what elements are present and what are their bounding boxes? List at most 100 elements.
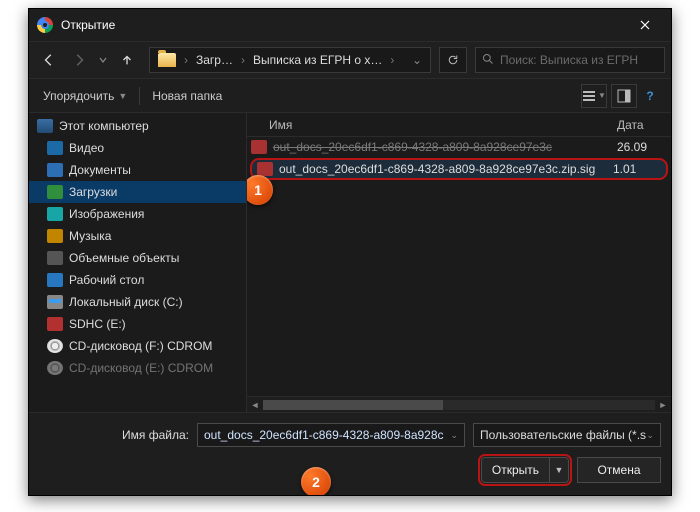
cancel-button[interactable]: Отмена — [577, 457, 661, 483]
search-icon — [482, 53, 494, 68]
annotation-callout-1: 1 — [247, 175, 273, 205]
tree-item-local-disk-c[interactable]: Локальный диск (C:) — [29, 291, 246, 313]
file-list-header[interactable]: Имя Дата — [247, 113, 671, 137]
refresh-button[interactable] — [439, 47, 467, 73]
file-date: 26.09 — [617, 140, 671, 154]
file-row-selected[interactable]: out_docs_20ec6df1-c869-4328-a809-8a928ce… — [251, 159, 667, 179]
cd-drive-icon — [47, 339, 63, 353]
tree-item-cd-drive-e[interactable]: CD-дисковод (E:) CDROM — [29, 357, 246, 379]
toolbar: Упорядочить ▼ Новая папка ▼ ? — [29, 79, 671, 113]
tree-item-label: Рабочий стол — [69, 273, 144, 287]
open-button[interactable]: Открыть ▼ — [481, 457, 569, 483]
crumb-sep-icon: › — [182, 53, 190, 67]
file-list-rows: out_docs_20ec6df1-c869-4328-a809-8a928ce… — [247, 137, 671, 396]
documents-icon — [47, 163, 63, 177]
downloads-icon — [47, 185, 63, 199]
filename-combobox[interactable]: out_docs_20ec6df1-c869-4328-a809-8a928c … — [197, 423, 465, 447]
crumb-sep-icon: › — [239, 53, 247, 67]
window-title: Открытие — [61, 18, 623, 32]
tree-item-3d-objects[interactable]: Объемные объекты — [29, 247, 246, 269]
chevron-down-icon: ▼ — [118, 91, 127, 101]
scroll-right-button[interactable]: ► — [655, 397, 671, 413]
tree-item-documents[interactable]: Документы — [29, 159, 246, 181]
filetype-filter-combobox[interactable]: Пользовательские файлы (*.s ⌄ — [473, 423, 661, 447]
navbar: › Загр… › Выписка из ЕГРН о х… › ⌄ Поиск… — [29, 41, 671, 79]
file-icon — [251, 140, 267, 154]
preview-pane-button[interactable] — [611, 84, 637, 108]
folder-icon — [158, 53, 176, 67]
desktop-icon — [47, 273, 63, 287]
music-icon — [47, 229, 63, 243]
file-open-dialog: Открытие › Загр… › Выписка из ЕГРН о х… … — [28, 8, 672, 496]
images-icon — [47, 207, 63, 221]
tree-item-label: Объемные объекты — [69, 251, 179, 265]
view-options-button[interactable]: ▼ — [581, 84, 607, 108]
scroll-left-button[interactable]: ◄ — [247, 397, 263, 413]
filename-label: Имя файла: — [39, 428, 189, 442]
new-folder-button[interactable]: Новая папка — [146, 85, 228, 107]
tree-item-desktop[interactable]: Рабочий стол — [29, 269, 246, 291]
tree-item-label: Музыка — [69, 229, 111, 243]
file-name: out_docs_20ec6df1-c869-4328-a809-8a928ce… — [273, 140, 617, 154]
file-name: out_docs_20ec6df1-c869-4328-a809-8a928ce… — [279, 162, 613, 176]
tree-item-label: Документы — [69, 163, 131, 177]
column-header-date[interactable]: Дата — [617, 118, 671, 132]
scrollbar-thumb[interactable] — [263, 400, 443, 410]
tree-item-label: Локальный диск (C:) — [69, 295, 183, 309]
breadcrumb-2[interactable]: Выписка из ЕГРН о х… — [247, 53, 388, 67]
chevron-down-icon: ⌄ — [646, 430, 654, 441]
organize-label: Упорядочить — [43, 89, 114, 103]
disk-icon — [47, 295, 63, 309]
tree-item-label: Загрузки — [69, 185, 117, 199]
file-icon — [257, 162, 273, 176]
new-folder-label: Новая папка — [152, 89, 222, 103]
sd-card-icon — [47, 317, 63, 331]
breadcrumb-1[interactable]: Загр… — [190, 53, 239, 67]
video-icon — [47, 141, 63, 155]
chrome-icon — [37, 17, 53, 33]
help-button[interactable]: ? — [637, 84, 663, 108]
annotation-callout-2: 2 — [301, 467, 331, 496]
chevron-down-icon: ⌄ — [450, 430, 458, 441]
tree-root-label: Этот компьютер — [59, 119, 149, 133]
tree-item-label: Видео — [69, 141, 104, 155]
separator — [139, 87, 140, 105]
close-button[interactable] — [623, 9, 667, 41]
tree-item-music[interactable]: Музыка — [29, 225, 246, 247]
search-placeholder: Поиск: Выписка из ЕГРН — [500, 53, 658, 67]
horizontal-scrollbar[interactable]: ◄ ► — [247, 396, 671, 412]
tree-item-cd-drive-f[interactable]: CD-дисковод (F:) CDROM — [29, 335, 246, 357]
tree-item-video[interactable]: Видео — [29, 137, 246, 159]
open-button-dropdown[interactable]: ▼ — [550, 465, 568, 475]
cd-drive-icon — [47, 361, 63, 375]
tree-item-label: CD-дисковод (F:) CDROM — [69, 339, 212, 353]
file-row[interactable]: out_docs_20ec6df1-c869-4328-a809-8a928ce… — [247, 137, 671, 157]
navigation-tree[interactable]: Этот компьютер Видео Документы Загрузки … — [29, 113, 247, 412]
file-date: 1.01 — [613, 162, 667, 176]
organize-menu[interactable]: Упорядочить ▼ — [37, 85, 133, 107]
tree-item-label: Изображения — [69, 207, 144, 221]
forward-button[interactable] — [65, 46, 93, 74]
filename-value: out_docs_20ec6df1-c869-4328-a809-8a928c — [204, 428, 444, 442]
tree-item-downloads[interactable]: Загрузки — [29, 181, 246, 203]
cancel-button-label: Отмена — [597, 463, 640, 477]
address-history-dropdown[interactable]: ⌄ — [406, 53, 428, 67]
pc-icon — [37, 119, 53, 133]
crumb-sep-icon: › — [388, 53, 396, 67]
tree-item-images[interactable]: Изображения — [29, 203, 246, 225]
file-list: Имя Дата out_docs_20ec6df1-c869-4328-a80… — [247, 113, 671, 412]
search-input[interactable]: Поиск: Выписка из ЕГРН — [475, 47, 665, 73]
up-button[interactable] — [113, 46, 141, 74]
dialog-body: Этот компьютер Видео Документы Загрузки … — [29, 113, 671, 412]
tree-item-label: CD-дисковод (E:) CDROM — [69, 361, 213, 375]
address-bar[interactable]: › Загр… › Выписка из ЕГРН о х… › ⌄ — [149, 47, 431, 73]
open-button-label: Открыть — [482, 458, 550, 482]
tree-root-this-pc[interactable]: Этот компьютер — [29, 115, 246, 137]
column-header-name[interactable]: Имя — [269, 118, 617, 132]
back-button[interactable] — [35, 46, 63, 74]
tree-item-label: SDHC (E:) — [69, 317, 126, 331]
tree-item-sdhc-e[interactable]: SDHC (E:) — [29, 313, 246, 335]
filetype-filter-value: Пользовательские файлы (*.s — [480, 428, 646, 442]
dialog-footer: Имя файла: out_docs_20ec6df1-c869-4328-a… — [29, 412, 671, 495]
recent-dropdown[interactable] — [95, 46, 111, 74]
